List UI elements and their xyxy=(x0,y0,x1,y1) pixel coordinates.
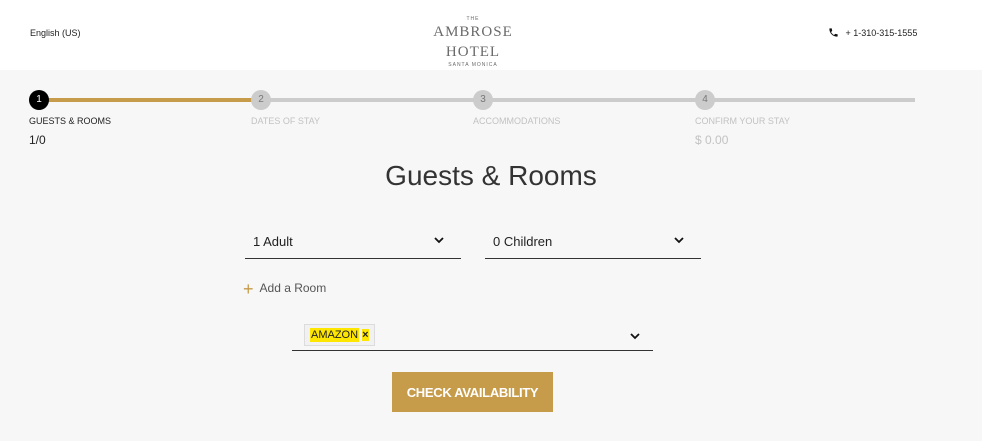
check-availability-button[interactable]: CHECK AVAILABILITY xyxy=(392,372,553,412)
step-4-total: $ 0.00 xyxy=(695,133,729,147)
plus-icon: + xyxy=(243,279,254,299)
progress-track-completed xyxy=(39,98,261,102)
children-select[interactable]: 0 Children xyxy=(485,226,701,259)
add-room-link[interactable]: + Add a Room xyxy=(243,279,326,300)
step-2-circle[interactable]: 2 xyxy=(251,90,271,110)
step-1-circle[interactable]: 1 xyxy=(29,90,49,110)
step-4-label: CONFIRM YOUR STAY xyxy=(695,116,791,126)
logo-main-text: AMBROSE HOTEL xyxy=(433,24,513,60)
phone-number: + 1-310-315-1555 xyxy=(845,27,918,38)
language-selector[interactable]: English (US) xyxy=(30,28,81,38)
adults-select-value: 1 Adult xyxy=(253,234,293,249)
step-1-label: GUESTS & ROOMS xyxy=(29,116,112,126)
close-icon[interactable]: × xyxy=(362,329,369,341)
step-1-summary: 1/0 xyxy=(29,133,46,147)
page-title: Guests & Rooms xyxy=(385,160,597,191)
step-3-circle[interactable]: 3 xyxy=(473,90,493,110)
step-2-label: DATES OF STAY xyxy=(251,116,321,126)
step-4-circle[interactable]: 4 xyxy=(695,90,715,110)
chevron-down-icon xyxy=(629,329,641,341)
phone-link[interactable]: + 1-310-315-1555 xyxy=(828,27,917,40)
chevron-down-icon xyxy=(673,234,685,246)
chevron-down-icon xyxy=(433,234,445,246)
hotel-logo[interactable]: THE AMBROSE HOTEL SANTA MONICA xyxy=(412,16,534,68)
phone-icon xyxy=(828,27,839,40)
children-select-value: 0 Children xyxy=(493,234,553,249)
progress-track-remaining xyxy=(261,98,915,102)
promo-code-select[interactable]: AMAZON × xyxy=(292,318,653,351)
promo-tag: AMAZON × xyxy=(304,324,375,346)
promo-tag-text: AMAZON xyxy=(310,328,360,342)
step-3-label: ACCOMMODATIONS xyxy=(473,116,561,126)
booking-progress-stepper: 1 2 3 4 GUESTS & ROOMS DATES OF STAY ACC… xyxy=(0,70,982,150)
logo-bottom-text: SANTA MONICA xyxy=(448,62,498,68)
site-header: English (US) THE AMBROSE HOTEL SANTA MON… xyxy=(0,0,982,70)
add-room-label: Add a Room xyxy=(259,281,327,295)
adults-select[interactable]: 1 Adult xyxy=(245,226,461,259)
